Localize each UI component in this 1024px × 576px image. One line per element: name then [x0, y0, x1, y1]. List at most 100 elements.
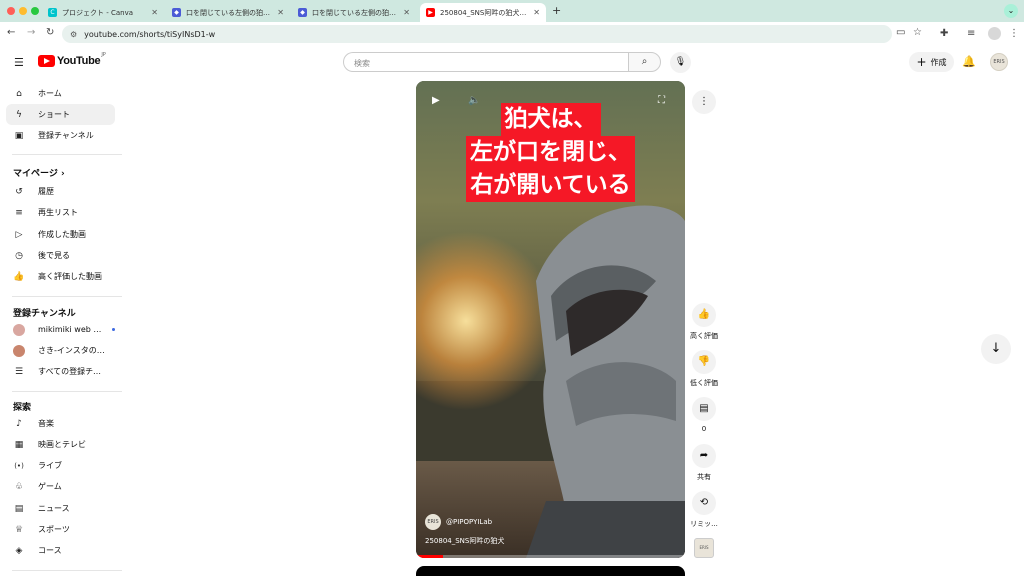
music-icon: ♪ — [16, 418, 22, 429]
close-icon[interactable]: ✕ — [277, 8, 284, 17]
sidebar-item-all-subscriptions[interactable]: ☰ すべての登録チャ... — [6, 361, 115, 382]
caption-line: 狛犬は、 — [500, 103, 601, 136]
close-icon[interactable]: ✕ — [533, 8, 540, 17]
remix-button[interactable]: ⟲ リミッ... — [686, 491, 722, 529]
sidebar-item-label: 作成した動画 — [38, 230, 86, 239]
sidebar-item-label: mikimiki web ス... — [38, 325, 107, 334]
site-info-icon[interactable]: ⚙ — [70, 30, 77, 39]
thumbs-up-icon: 👍 — [13, 271, 25, 282]
reload-icon[interactable]: ↻ — [46, 27, 54, 38]
sidebar-section-you[interactable]: マイページ › — [13, 166, 65, 179]
media-controls-icon[interactable]: ≡ — [967, 28, 975, 39]
watch-later-icon: ◷ — [15, 250, 23, 261]
next-short-preview[interactable] — [416, 566, 685, 576]
newspaper-icon: ▤ — [14, 503, 24, 514]
sidebar-item-channel-mikimiki[interactable]: mikimiki web ス... — [6, 319, 115, 340]
browser-tab-ai-1[interactable]: ◆ 口を閉じている左側の狛犬（吽形 ✕ — [166, 3, 290, 22]
share-button[interactable]: ➦ 共有 — [686, 444, 722, 482]
sidebar-item-label: 音楽 — [38, 419, 54, 428]
search-button[interactable]: ⌕ — [628, 52, 661, 72]
youtube-logo[interactable]: YouTube JP — [38, 52, 106, 67]
new-tab-icon[interactable]: + — [552, 4, 561, 17]
minimize-window-button[interactable] — [19, 7, 27, 15]
notifications-bell-icon[interactable]: 🔔 — [962, 55, 976, 68]
browser-tab-youtube[interactable]: ▶ 250804_SNS阿吽の狛犬 - YouT ✕ — [420, 3, 546, 22]
tab-search-icon[interactable]: ⌄ — [1004, 4, 1018, 18]
browser-profile-avatar[interactable] — [988, 27, 1001, 40]
sound-thumbnail[interactable]: ERIS — [694, 538, 714, 558]
address-bar[interactable]: ⚙ youtube.com/shorts/tiSyINsD1-w — [62, 25, 892, 43]
search-input[interactable]: 検索 — [343, 52, 629, 72]
ai-app-icon: ◆ — [172, 8, 181, 17]
youtube-masthead: ☰ YouTube JP 検索 ⌕ 🎙 + 作成 🔔 ERIS — [0, 46, 1024, 78]
caption-line: 右が開いている — [466, 169, 635, 202]
url-text: youtube.com/shorts/tiSyINsD1-w — [84, 29, 216, 39]
sidebar-item-subscriptions[interactable]: ▣ 登録チャンネル — [6, 125, 115, 146]
channel-avatar — [13, 344, 25, 357]
dislike-button[interactable]: 👎 低く評価 — [686, 350, 722, 388]
sidebar-item-channel-saki[interactable]: さき-インスタの大学 — [6, 340, 115, 361]
sidebar-item-liked-videos[interactable]: 👍 高く評価した動画 — [6, 266, 115, 287]
sidebar-item-music[interactable]: ♪ 音楽 — [6, 413, 115, 434]
video-progress-fill — [416, 555, 443, 558]
more-options-button[interactable]: ⋮ — [692, 90, 716, 114]
sidebar-item-label: ゲーム — [38, 482, 62, 491]
graduation-cap-icon: ◈ — [15, 545, 23, 556]
sidebar-item-home[interactable]: ⌂ ホーム — [6, 83, 115, 104]
avatar-text: ERIS — [993, 59, 1005, 65]
guide-menu-icon[interactable]: ☰ — [14, 56, 24, 69]
like-button[interactable]: 👍 高く評価 — [686, 303, 722, 341]
section-title: マイページ — [13, 169, 58, 179]
create-label: 作成 — [930, 57, 947, 67]
sidebar-item-your-videos[interactable]: ▷ 作成した動画 — [6, 224, 115, 245]
sidebar-item-movies[interactable]: ▦ 映画とテレビ — [6, 434, 115, 455]
close-icon[interactable]: ✕ — [151, 8, 158, 17]
forward-icon[interactable]: → — [27, 27, 35, 38]
browser-tab-canva[interactable]: C プロジェクト - Canva ✕ — [42, 3, 164, 22]
account-avatar[interactable]: ERIS — [990, 53, 1008, 71]
browser-menu-icon[interactable]: ⋮ — [1009, 28, 1019, 39]
video-progress-bar[interactable] — [416, 555, 685, 558]
sidebar-item-shorts[interactable]: ϟ ショート — [6, 104, 115, 125]
video-channel[interactable]: ERIS @PIPOPYILab — [425, 514, 492, 530]
voice-search-button[interactable]: 🎙 — [670, 52, 691, 73]
sidebar-item-playlists[interactable]: ≡ 再生リスト — [6, 202, 115, 223]
video-title[interactable]: 250804_SNS阿吽の狛犬 — [425, 536, 504, 546]
channel-avatar — [13, 323, 25, 336]
sidebar-section-subscriptions: 登録チャンネル — [13, 309, 76, 319]
cast-icon[interactable]: ▭ — [896, 27, 905, 38]
sidebar-item-live[interactable]: (•) ライブ — [6, 455, 115, 476]
sidebar-item-history[interactable]: ↺ 履歴 — [6, 181, 115, 202]
sidebar-item-watch-later[interactable]: ◷ 後で見る — [6, 245, 115, 266]
shorts-video-player[interactable]: ▶ 🔈 ⛶ 狛犬は、 左が口を閉じ、 右が開いている ERIS @PIPOPYI… — [416, 81, 685, 558]
thumbs-down-icon: 👎 — [692, 350, 716, 374]
extensions-icon[interactable]: ✚ — [940, 28, 948, 39]
tab-title: 口を閉じている左側の狛犬（吽形 — [312, 8, 397, 17]
your-videos-icon: ▷ — [15, 229, 23, 240]
maximize-window-button[interactable] — [31, 7, 39, 15]
bookmark-star-icon[interactable]: ☆ — [913, 27, 922, 38]
tab-title: 250804_SNS阿吽の狛犬 - YouT — [440, 8, 527, 17]
browser-tab-ai-2[interactable]: ◆ 口を閉じている左側の狛犬（吽形 ✕ — [292, 3, 416, 22]
logo-text: YouTube — [57, 55, 101, 67]
create-button[interactable]: + 作成 — [909, 52, 954, 72]
comment-count: 0 — [701, 425, 707, 433]
channel-handle[interactable]: @PIPOPYILab — [446, 518, 492, 526]
close-window-button[interactable] — [7, 7, 15, 15]
chevron-right-icon: › — [60, 169, 65, 179]
live-icon: (•) — [14, 461, 24, 470]
sound-thumbnail-text: ERIS — [699, 545, 709, 550]
clapperboard-icon: ▦ — [14, 439, 24, 450]
sidebar-item-gaming[interactable]: ♧ ゲーム — [6, 476, 115, 497]
close-icon[interactable]: ✕ — [403, 8, 410, 17]
trophy-icon: ♕ — [14, 524, 24, 535]
next-video-button[interactable]: ↓ — [981, 334, 1011, 364]
history-icon: ↺ — [15, 186, 23, 197]
browser-tab-strip: C プロジェクト - Canva ✕ ◆ 口を閉じている左側の狛犬（吽形 ✕ ◆… — [0, 0, 1024, 22]
comments-button[interactable]: ▤ 0 — [686, 397, 722, 433]
sidebar-item-sports[interactable]: ♕ スポーツ — [6, 519, 115, 540]
back-icon[interactable]: ← — [7, 27, 15, 38]
sidebar-item-courses[interactable]: ◈ コース — [6, 540, 115, 561]
sidebar-item-news[interactable]: ▤ ニュース — [6, 498, 115, 519]
comment-icon: ▤ — [692, 397, 716, 421]
